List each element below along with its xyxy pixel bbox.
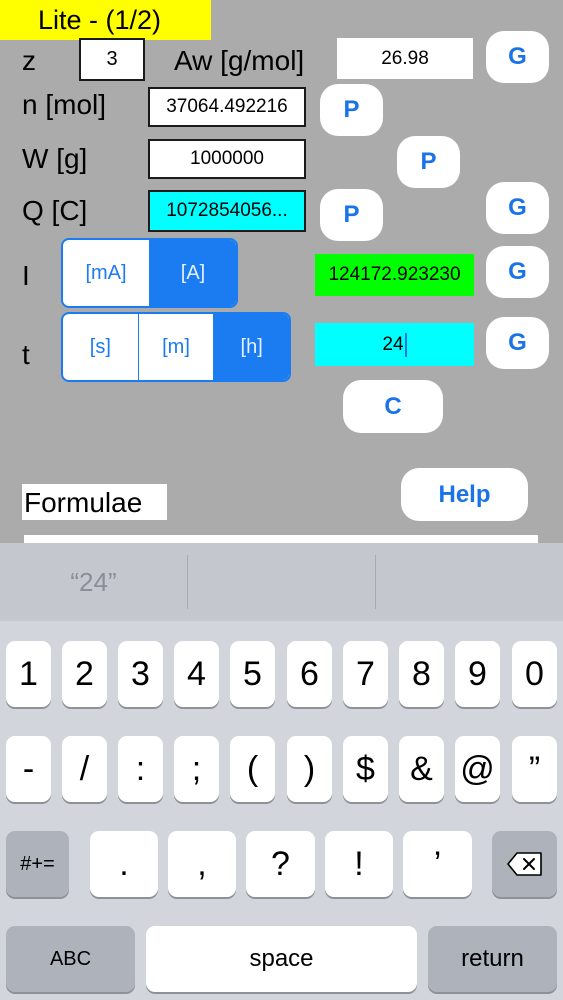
key-8[interactable]: 8 bbox=[399, 641, 444, 707]
key-quote[interactable]: ” bbox=[512, 736, 557, 802]
space-key[interactable]: space bbox=[146, 926, 417, 992]
w-field[interactable]: 1000000 bbox=[148, 139, 306, 179]
key-6[interactable]: 6 bbox=[287, 641, 332, 707]
key-comma[interactable]: , bbox=[168, 831, 236, 897]
key-slash[interactable]: / bbox=[62, 736, 107, 802]
key-1[interactable]: 1 bbox=[6, 641, 51, 707]
unit-m-segment[interactable]: [m] bbox=[137, 314, 214, 380]
key-dollar[interactable]: $ bbox=[343, 736, 388, 802]
symbols-key[interactable]: #+= bbox=[6, 831, 69, 897]
z-field[interactable]: 3 bbox=[79, 38, 145, 81]
key-open-paren[interactable]: ( bbox=[230, 736, 275, 802]
prediction-bar: “24” bbox=[0, 543, 563, 621]
key-3[interactable]: 3 bbox=[118, 641, 163, 707]
key-9[interactable]: 9 bbox=[455, 641, 500, 707]
formulae-label[interactable]: Formulae bbox=[22, 484, 167, 520]
aw-label: Aw [g/mol] bbox=[174, 45, 305, 76]
i-label: I bbox=[22, 260, 30, 291]
key-apostrophe[interactable]: ’ bbox=[403, 831, 472, 897]
key-0[interactable]: 0 bbox=[512, 641, 557, 707]
keyboard: “24” 1 2 3 4 5 6 7 8 9 0 - / : ; ( ) $ &… bbox=[0, 543, 563, 1000]
text-cursor bbox=[404, 332, 407, 357]
i-get-button[interactable]: G bbox=[486, 246, 549, 298]
unit-ma-segment[interactable]: [mA] bbox=[63, 240, 149, 306]
unit-h-segment[interactable]: [h] bbox=[213, 314, 289, 380]
key-ampersand[interactable]: & bbox=[399, 736, 444, 802]
n-paste-button[interactable]: P bbox=[320, 84, 383, 136]
current-unit-selector[interactable]: [mA] [A] bbox=[61, 238, 238, 308]
key-semicolon[interactable]: ; bbox=[174, 736, 219, 802]
key-colon[interactable]: : bbox=[118, 736, 163, 802]
aw-get-button[interactable]: G bbox=[486, 31, 549, 83]
t-field[interactable]: 24 bbox=[315, 323, 474, 366]
unit-s-segment[interactable]: [s] bbox=[63, 314, 138, 380]
backspace-icon bbox=[506, 852, 542, 876]
key-period[interactable]: . bbox=[90, 831, 158, 897]
key-hyphen[interactable]: - bbox=[6, 736, 51, 802]
n-label: n [mol] bbox=[22, 89, 107, 120]
suggestion-1[interactable]: “24” bbox=[0, 543, 187, 621]
unit-a-segment[interactable]: [A] bbox=[149, 240, 236, 306]
w-label: W [g] bbox=[22, 143, 88, 174]
q-get-button[interactable]: G bbox=[486, 182, 549, 234]
key-question[interactable]: ? bbox=[246, 831, 315, 897]
backspace-key[interactable] bbox=[492, 831, 557, 897]
t-field-value: 24 bbox=[382, 333, 404, 355]
suggestion-2[interactable] bbox=[188, 543, 375, 621]
q-paste-button[interactable]: P bbox=[320, 189, 383, 241]
key-at[interactable]: @ bbox=[455, 736, 500, 802]
n-field[interactable]: 37064.492216 bbox=[148, 87, 306, 127]
key-7[interactable]: 7 bbox=[343, 641, 388, 707]
key-close-paren[interactable]: ) bbox=[287, 736, 332, 802]
app-title: Lite - (1/2) bbox=[0, 0, 211, 40]
key-2[interactable]: 2 bbox=[62, 641, 107, 707]
t-label: t bbox=[22, 339, 30, 370]
return-key[interactable]: return bbox=[428, 926, 557, 992]
key-4[interactable]: 4 bbox=[174, 641, 219, 707]
w-paste-button[interactable]: P bbox=[397, 136, 460, 188]
suggestion-3[interactable] bbox=[376, 543, 563, 621]
time-unit-selector[interactable]: [s] [m] [h] bbox=[61, 312, 291, 382]
help-button[interactable]: Help bbox=[401, 468, 528, 521]
q-label: Q [C] bbox=[22, 195, 88, 226]
i-field[interactable]: 124172.923230 bbox=[315, 254, 474, 296]
z-label: z bbox=[22, 45, 36, 76]
key-exclamation[interactable]: ! bbox=[325, 831, 393, 897]
clear-button[interactable]: C bbox=[343, 380, 443, 433]
formulae-panel-edge bbox=[24, 535, 538, 543]
abc-key[interactable]: ABC bbox=[6, 926, 135, 992]
t-get-button[interactable]: G bbox=[486, 317, 549, 369]
aw-field[interactable]: 26.98 bbox=[337, 38, 473, 79]
q-field[interactable]: 1072854056... bbox=[148, 190, 306, 232]
key-5[interactable]: 5 bbox=[230, 641, 275, 707]
